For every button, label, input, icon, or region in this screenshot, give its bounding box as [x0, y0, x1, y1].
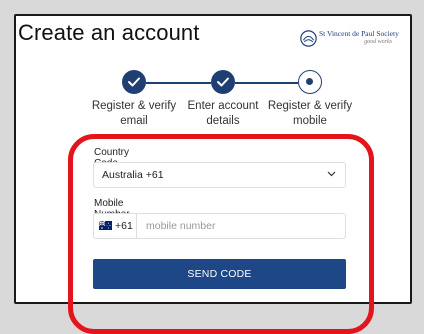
- step-3-indicator: [298, 70, 322, 94]
- step-connector-1: [146, 82, 211, 84]
- step-2-indicator: [211, 70, 235, 94]
- country-code-select[interactable]: Australia +61: [93, 162, 346, 188]
- svdp-logo-icon: [300, 30, 317, 47]
- mobile-number-field: +61: [93, 213, 346, 239]
- step-3-label-line1: Register & verify: [267, 100, 353, 112]
- logo-name: St Vincent de Paul Society: [319, 29, 399, 38]
- check-icon: [128, 77, 140, 87]
- step-connector-2: [235, 82, 298, 84]
- phone-prefix: +61: [94, 214, 137, 238]
- mobile-number-input[interactable]: [138, 214, 343, 238]
- country-code-value: Australia +61: [102, 169, 164, 181]
- send-code-button[interactable]: SEND CODE: [93, 259, 346, 289]
- phone-prefix-code: +61: [115, 220, 133, 232]
- logo-tagline: good works: [364, 39, 392, 45]
- australia-flag-icon: [99, 221, 112, 230]
- step-3-label-line2: mobile: [293, 115, 327, 127]
- chevron-down-icon: [327, 171, 336, 177]
- page-title: Create an account: [18, 20, 200, 45]
- check-icon: [217, 77, 229, 87]
- step-1-indicator: [122, 70, 146, 94]
- brand-logo: St Vincent de Paul Society good works: [300, 26, 399, 50]
- current-step-dot: [306, 78, 313, 85]
- step-3-label: Register & verify mobile: [255, 99, 365, 129]
